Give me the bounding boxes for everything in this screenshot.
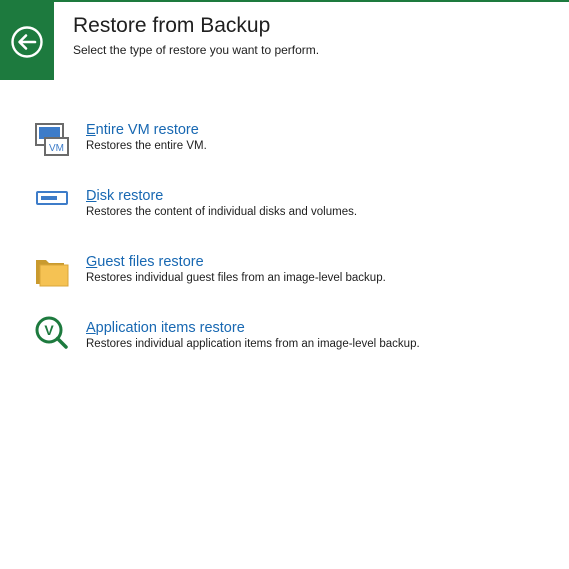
entire-vm-restore-label: ntire VM restore	[95, 122, 199, 138]
arrow-left-circle-icon	[11, 26, 43, 58]
vm-icon: VM	[35, 123, 69, 156]
option-application-items-restore: V Application items restore Restores ind…	[0, 316, 569, 370]
vm-icon-text: VM	[49, 143, 64, 154]
application-items-restore-link[interactable]: Application items restore	[86, 320, 245, 336]
disk-restore-description: Restores the content of individual disks…	[86, 206, 358, 218]
application-search-icon: V	[35, 316, 68, 349]
option-entire-vm-restore: VM Entire VM restore Restores the entire…	[0, 122, 569, 172]
entire-vm-restore-description: Restores the entire VM.	[86, 140, 207, 152]
page-subtitle: Select the type of restore you want to p…	[73, 43, 320, 57]
folder-icon	[36, 260, 69, 287]
guest-files-restore-description: Restores individual guest files from an …	[86, 272, 386, 284]
application-items-restore-label: pplication items restore	[95, 320, 245, 336]
entire-vm-restore-link[interactable]: Entire VM restore	[86, 122, 199, 138]
guest-files-restore-accel: G	[86, 254, 98, 270]
disk-restore-label: isk restore	[96, 188, 164, 204]
application-items-restore-accel: A	[86, 320, 96, 336]
back-button[interactable]	[0, 0, 54, 80]
application-items-restore-description: Restores individual application items fr…	[86, 338, 420, 350]
disk-restore-link[interactable]: Disk restore	[86, 188, 163, 204]
disk-icon	[36, 191, 68, 205]
application-icon-text: V	[44, 322, 54, 338]
page-title: Restore from Backup	[73, 14, 271, 37]
entire-vm-restore-accel: E	[86, 122, 96, 138]
disk-restore-accel: D	[86, 188, 97, 204]
top-accent-border	[0, 0, 569, 2]
guest-files-restore-link[interactable]: Guest files restore	[86, 254, 204, 270]
option-guest-files-restore: Guest files restore Restores individual …	[0, 254, 569, 304]
option-disk-restore: Disk restore Restores the content of ind…	[0, 188, 569, 238]
guest-files-restore-label: uest files restore	[97, 254, 204, 270]
